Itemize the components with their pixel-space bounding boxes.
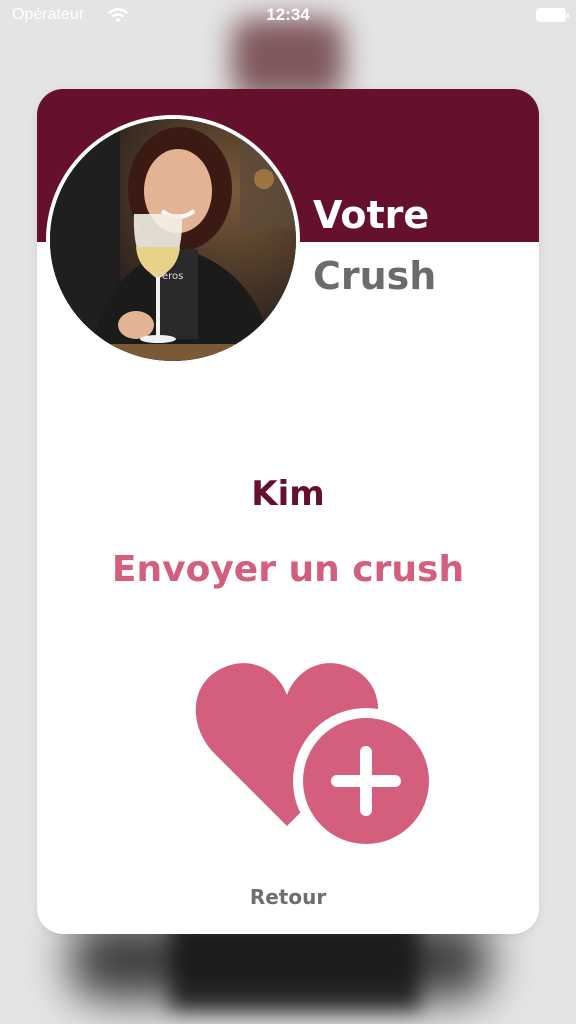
send-crush-label: Envoyer un crush	[111, 549, 465, 590]
send-crush-button[interactable]	[167, 629, 439, 854]
card-title-line1: Votre	[313, 193, 430, 237]
profile-photo: eros	[46, 115, 300, 365]
status-bar: Opérateur 12:34	[0, 0, 576, 34]
card-title-line2: Crush	[313, 254, 437, 298]
crush-card: eros Votre Crush Kim Envoyer un crush Re…	[37, 89, 539, 934]
back-button[interactable]: Retour	[37, 885, 539, 909]
profile-photo-image: eros	[50, 119, 296, 361]
screen: Opérateur 12:34 eros Votre Crush Kim Env…	[0, 0, 576, 1024]
status-time: 12:34	[266, 5, 310, 24]
profile-name: Kim	[251, 474, 325, 514]
battery-icon	[536, 8, 569, 22]
heart-plus-icon	[195, 663, 439, 854]
